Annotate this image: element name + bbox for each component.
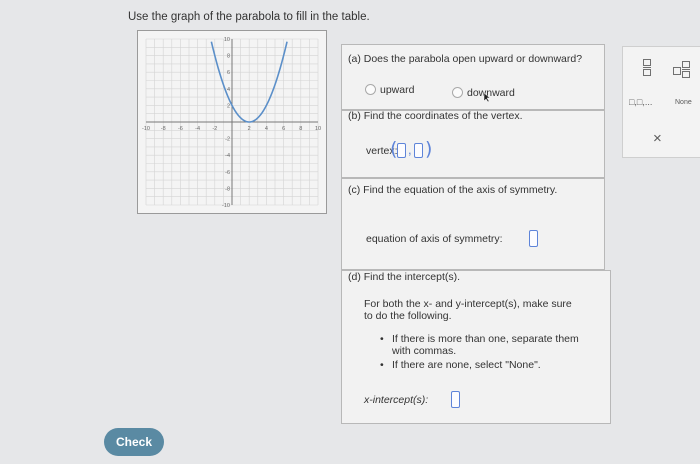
mixed-number-icon[interactable] bbox=[673, 61, 690, 78]
vertex-y-input[interactable] bbox=[414, 143, 423, 158]
bullet-1-line-1: If there is more than one, separate them bbox=[392, 333, 579, 345]
none-button[interactable]: None bbox=[675, 99, 692, 106]
y-tick-label: 10 bbox=[224, 37, 230, 43]
x-tick-label: 6 bbox=[282, 126, 285, 132]
bullet-1-line-2: with commas. bbox=[392, 345, 457, 357]
y-tick-label: 2 bbox=[227, 103, 230, 109]
comma-symbol: , bbox=[408, 142, 412, 157]
x-intercept-input[interactable] bbox=[451, 391, 460, 408]
x-intercept-label: x-intercept(s): bbox=[364, 394, 429, 406]
bullet-item: • If there are none, select "None". bbox=[380, 359, 579, 371]
x-tick-label: -4 bbox=[195, 126, 200, 132]
parabola-graph: -10 -8 -6 -4 -2 2 4 6 8 10 10 8 6 4 2 -2 -4 -6 -8 -10 bbox=[137, 30, 327, 214]
axis-of-symmetry-input[interactable] bbox=[529, 230, 538, 247]
bullet-list: • If there is more than one, separate th… bbox=[380, 333, 579, 373]
upward-radio[interactable] bbox=[365, 84, 376, 95]
y-tick-label: -8 bbox=[225, 186, 230, 192]
part-a-question: (a) Does the parabola open upward or dow… bbox=[348, 53, 583, 65]
math-palette: □,□,... None × bbox=[622, 46, 700, 158]
part-b-question: (b) Find the coordinates of the vertex. bbox=[348, 110, 523, 122]
y-tick-label: -2 bbox=[225, 137, 230, 143]
y-tick-label: 6 bbox=[227, 70, 230, 76]
vertex-x-input[interactable] bbox=[397, 143, 406, 158]
x-tick-label: -8 bbox=[161, 126, 166, 132]
x-tick-label: 8 bbox=[299, 126, 302, 132]
x-tick-label: -6 bbox=[178, 126, 183, 132]
part-d-instruction-2: to do the following. bbox=[364, 310, 452, 322]
close-paren: ) bbox=[425, 138, 433, 160]
bullet-item: • If there is more than one, separate th… bbox=[380, 333, 579, 357]
x-tick-label: 4 bbox=[265, 126, 268, 132]
y-tick-label: -6 bbox=[225, 170, 230, 176]
check-button[interactable]: Check bbox=[104, 428, 164, 456]
close-icon[interactable]: × bbox=[653, 130, 662, 147]
x-tick-label: 2 bbox=[248, 126, 251, 132]
y-tick-label: 4 bbox=[227, 87, 230, 93]
bullet-2-line: If there are none, select "None". bbox=[392, 359, 541, 371]
part-d-instruction-1: For both the x- and y-intercept(s), make… bbox=[364, 298, 572, 310]
part-c-question: (c) Find the equation of the axis of sym… bbox=[348, 184, 558, 196]
y-tick-label: 8 bbox=[227, 54, 230, 60]
x-tick-label: 10 bbox=[315, 126, 321, 132]
y-tick-label: -4 bbox=[225, 153, 230, 159]
bullet-dot-icon: • bbox=[380, 333, 384, 345]
axis-label: equation of axis of symmetry: bbox=[366, 233, 503, 245]
x-tick-label: -2 bbox=[212, 126, 217, 132]
downward-radio[interactable] bbox=[452, 87, 463, 98]
upward-label[interactable]: upward bbox=[380, 84, 414, 96]
bullet-dot-icon: • bbox=[380, 359, 384, 371]
y-tick-label: -10 bbox=[222, 203, 230, 209]
graph-canvas: -10 -8 -6 -4 -2 2 4 6 8 10 10 8 6 4 2 -2 -4 -6 -8 -10 bbox=[142, 37, 321, 209]
mouse-cursor-icon bbox=[483, 93, 491, 103]
list-button[interactable]: □,□,... bbox=[629, 97, 652, 107]
x-tick-label: -10 bbox=[142, 126, 150, 132]
instruction-text: Use the graph of the parabola to fill in… bbox=[128, 11, 370, 23]
fraction-icon[interactable] bbox=[643, 59, 651, 77]
part-d-question: (d) Find the intercept(s). bbox=[348, 271, 461, 283]
